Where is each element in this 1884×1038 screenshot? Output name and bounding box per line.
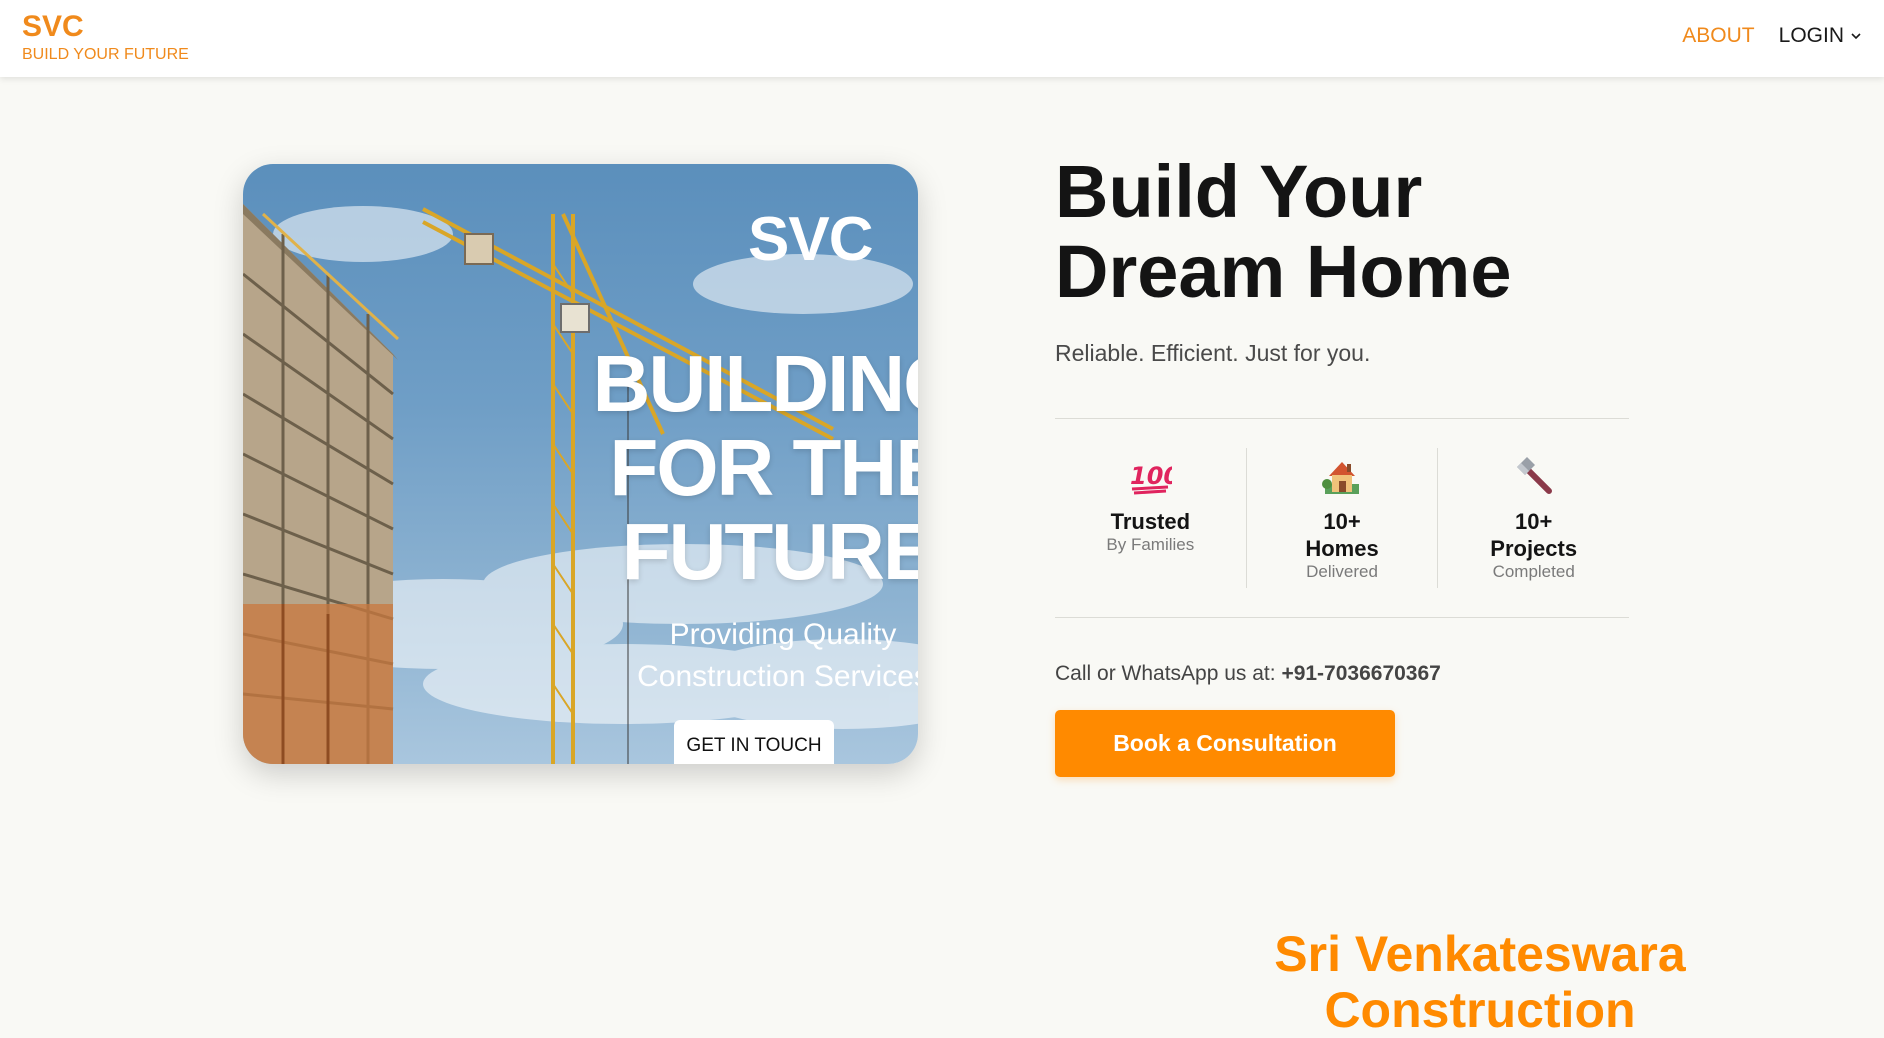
divider	[1055, 617, 1629, 618]
stat-main-text: 10+ Homes	[1247, 508, 1438, 562]
card-headline-line: FUTURE	[621, 507, 918, 596]
book-consultation-button[interactable]: Book a Consultation	[1055, 710, 1395, 777]
brand-logo[interactable]: SVC BUILD YOUR FUTURE	[22, 10, 189, 64]
company-name-heading: Sri Venkateswara Construction	[1240, 926, 1720, 1038]
page-title-line: Dream Home	[1055, 230, 1512, 313]
stat-label: Projects	[1490, 536, 1578, 561]
stat-main-text: Trusted	[1110, 509, 1191, 534]
stat-sub-text: By Families	[1106, 535, 1195, 554]
stat-trusted: 100 Trusted By Families	[1055, 448, 1246, 588]
nav-login-dropdown[interactable]: LOGIN	[1779, 24, 1862, 48]
card-headline-line: BUILDING	[592, 339, 918, 428]
nav-login-label: LOGIN	[1778, 24, 1844, 47]
stat-label: Homes	[1305, 536, 1379, 561]
page-title: Build Your Dream Home	[1055, 152, 1575, 312]
card-headline-line: FOR THE	[609, 423, 918, 512]
stat-value: 10+	[1515, 509, 1553, 534]
card-subtitle-line: Providing Quality	[669, 618, 897, 651]
stats-row: 100 Trusted By Families 10+ Homes Delive…	[1055, 448, 1629, 588]
top-navbar: SVC BUILD YOUR FUTURE ABOUT LOGIN	[0, 0, 1884, 77]
contact-prefix: Call or WhatsApp us at:	[1055, 662, 1276, 685]
hammer-icon	[1438, 454, 1629, 498]
nav-menu: ABOUT LOGIN	[1682, 24, 1862, 48]
get-in-touch-button[interactable]: GET IN TOUCH	[674, 720, 834, 764]
contact-info: Call or WhatsApp us at: +91-7036670367	[1055, 662, 1441, 686]
divider	[1055, 418, 1629, 419]
card-logo-text: SVC	[748, 205, 873, 274]
stat-sub-text: Completed	[1492, 562, 1575, 581]
phone-number-link[interactable]: +91-7036670367	[1281, 662, 1440, 685]
stat-homes: 10+ Homes Delivered	[1245, 448, 1438, 588]
company-name-line: Construction	[1324, 982, 1636, 1038]
card-subtitle: Providing Quality Construction Services	[583, 614, 918, 698]
stat-value: 10+	[1323, 509, 1361, 534]
stat-projects: 10+ Projects Completed	[1437, 448, 1629, 588]
brand-tagline: BUILD YOUR FUTURE	[22, 46, 189, 63]
card-subtitle-line: Construction Services	[637, 660, 918, 693]
card-headline: BUILDING FOR THE FUTURE	[563, 342, 918, 594]
page-title-line: Build Your	[1055, 150, 1423, 233]
hundred-points-icon: 100	[1055, 454, 1246, 498]
stat-main-text: 10+ Projects	[1438, 508, 1629, 562]
company-name-line: Sri Venkateswara	[1274, 926, 1686, 982]
stat-sub-text: Delivered	[1306, 562, 1378, 581]
hero-tagline: Reliable. Efficient. Just for you.	[1055, 340, 1371, 366]
nav-about-link[interactable]: ABOUT	[1682, 24, 1754, 48]
chevron-down-icon	[1851, 33, 1861, 40]
brand-name: SVC	[22, 10, 84, 43]
hero-promo-image: SVC BUILDING FOR THE FUTURE Providing Qu…	[243, 164, 918, 764]
house-icon	[1247, 454, 1438, 498]
